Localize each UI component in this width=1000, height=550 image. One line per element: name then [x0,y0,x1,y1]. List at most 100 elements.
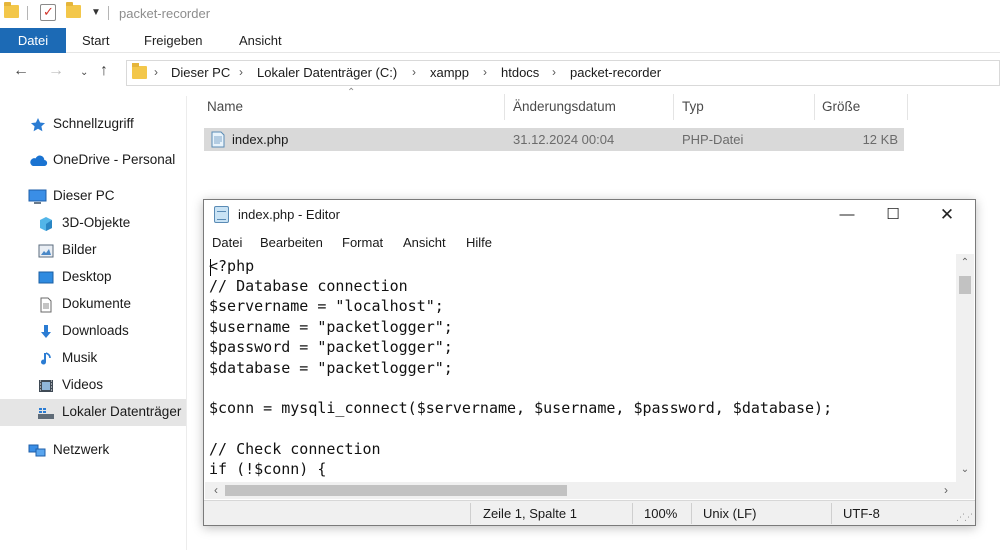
sidebar-item-label: Netzwerk [53,442,110,457]
status-divider [632,503,633,524]
menu-view[interactable]: Ansicht [403,235,446,250]
sidebar-item-label: Schnellzugriff [53,116,134,131]
column-divider[interactable] [673,94,674,120]
sidebar-item-documents[interactable]: Dokumente [0,291,186,318]
sidebar-item-label: Dokumente [62,296,132,311]
address-bar[interactable]: › Dieser PC › Lokaler Datenträger (C:) ›… [126,60,1000,86]
status-zoom: 100% [644,506,678,521]
breadcrumb-htdocs[interactable]: htdocs [501,65,539,80]
explorer-titlebar: ▼ packet-recorder [0,0,1000,28]
video-icon [39,380,53,392]
breadcrumb-separator-icon[interactable]: › [483,65,487,79]
notepad-title: index.php - Editor [238,207,340,222]
properties-icon[interactable] [40,4,56,21]
column-divider[interactable] [814,94,815,120]
music-icon [41,352,51,365]
scroll-left-icon[interactable]: ‹ [207,483,225,497]
status-divider [691,503,692,524]
code-line: if (!$conn) { [209,460,327,478]
breadcrumb-separator-icon[interactable]: › [412,65,416,79]
column-header-name[interactable]: Name [207,99,243,114]
code-line: $servername = "localhost"; [209,297,444,315]
sidebar-item-network[interactable]: Netzwerk [0,437,186,464]
column-header-size[interactable]: Größe [822,99,860,114]
menu-format[interactable]: Format [342,235,383,250]
breadcrumb-local-disk[interactable]: Lokaler Datenträger (C:) [257,65,397,80]
star-icon [31,118,45,132]
minimize-button[interactable]: — [824,200,870,230]
sidebar-item-label: Musik [62,350,98,365]
file-type: PHP-Datei [682,132,744,147]
scroll-up-icon[interactable]: ⌃ [956,257,974,268]
navigation-bar: ← → ⌄ ↑ › Dieser PC › Lokaler Datenträge… [0,60,1000,86]
ribbon-tab-file[interactable]: Datei [0,28,66,53]
sidebar-item-videos[interactable]: Videos [0,372,186,399]
code-line: // Database connection [209,277,408,295]
menu-file[interactable]: Datei [212,235,242,250]
sidebar-item-desktop[interactable]: Desktop [0,264,186,291]
code-line: $username = "packetlogger"; [209,318,453,336]
vertical-scroll-thumb[interactable] [959,276,971,294]
code-line: $database = "packetlogger"; [209,359,453,377]
desktop-icon [38,271,54,284]
sidebar-item-downloads[interactable]: Downloads [0,318,186,345]
sidebar-item-music[interactable]: Musik [0,345,186,372]
scroll-down-icon[interactable]: ⌄ [956,464,974,475]
column-header-type[interactable]: Typ [682,99,704,114]
scroll-right-icon[interactable]: › [937,483,955,497]
sidebar-item-this-pc[interactable]: Dieser PC [0,183,186,210]
breadcrumb-separator-icon[interactable]: › [552,65,556,79]
notepad-window[interactable]: index.php - Editor — ☐ ✕ Datei Bearbeite… [203,199,976,526]
ribbon-tab-share[interactable]: Freigeben [144,28,203,53]
code-line: <?php [209,257,255,275]
sidebar-item-label: Videos [62,377,104,392]
file-date: 31.12.2024 00:04 [513,132,615,147]
horizontal-scroll-thumb[interactable] [225,485,567,496]
code-line: $password = "packetlogger"; [209,338,453,356]
breadcrumb-separator-icon[interactable]: › [154,65,158,79]
new-folder-icon[interactable] [66,2,81,18]
column-header-date[interactable]: Änderungsdatum [513,99,616,114]
maximize-button[interactable]: ☐ [870,200,916,230]
drive-icon [38,408,54,419]
notepad-titlebar[interactable]: index.php - Editor — ☐ ✕ [204,200,975,230]
file-row[interactable]: index.php 31.12.2024 00:04 PHP-Datei 12 … [204,128,904,151]
sidebar-item-local-disk[interactable]: Lokaler Datenträger [0,399,186,426]
recent-locations-icon[interactable]: ⌄ [80,67,88,78]
menu-help[interactable]: Hilfe [466,235,492,250]
breadcrumb-packet-recorder[interactable]: packet-recorder [570,65,661,80]
resize-grip-icon[interactable]: ⋰⋰ [956,512,973,523]
breadcrumb-xampp[interactable]: xampp [430,65,469,80]
notepad-menubar: Datei Bearbeiten Format Ansicht Hilfe [204,233,975,253]
vertical-scrollbar[interactable]: ⌃ ⌄ [956,254,974,482]
sidebar-item-quick-access[interactable]: Schnellzugriff [0,111,186,138]
menu-edit[interactable]: Bearbeiten [260,235,323,250]
file-name: index.php [232,132,289,147]
sidebar-item-label: Bilder [62,242,97,257]
back-arrow-icon[interactable]: ← [13,62,29,80]
breadcrumb-this-pc[interactable]: Dieser PC [171,65,230,80]
folder-icon[interactable] [4,2,19,18]
text-editor[interactable]: <?php // Database connection $servername… [205,254,957,482]
horizontal-scrollbar[interactable]: ‹ › [205,482,956,499]
sidebar-item-label: Lokaler Datenträger [62,404,182,419]
navigation-pane: Schnellzugriff OneDrive - Personal Diese… [0,96,187,550]
php-file-icon [211,131,225,148]
folder-icon [132,63,147,79]
toolbar-separator [108,6,109,20]
sidebar-item-label: Dieser PC [53,188,115,203]
breadcrumb-separator-icon[interactable]: › [239,65,243,79]
up-arrow-icon[interactable]: ↑ [100,62,108,80]
sidebar-item-pictures[interactable]: Bilder [0,237,186,264]
sidebar-item-3d-objects[interactable]: 3D-Objekte [0,210,186,237]
sidebar-item-onedrive[interactable]: OneDrive - Personal [0,147,186,174]
cloud-icon [30,155,48,167]
column-divider[interactable] [504,94,505,120]
column-divider[interactable] [907,94,908,120]
forward-arrow-icon[interactable]: → [48,62,64,80]
quick-access-dropdown-icon[interactable]: ▼ [91,7,101,18]
ribbon-tab-view[interactable]: Ansicht [239,28,282,53]
network-icon [28,444,46,457]
ribbon-tab-start[interactable]: Start [82,28,109,53]
close-button[interactable]: ✕ [924,200,970,230]
